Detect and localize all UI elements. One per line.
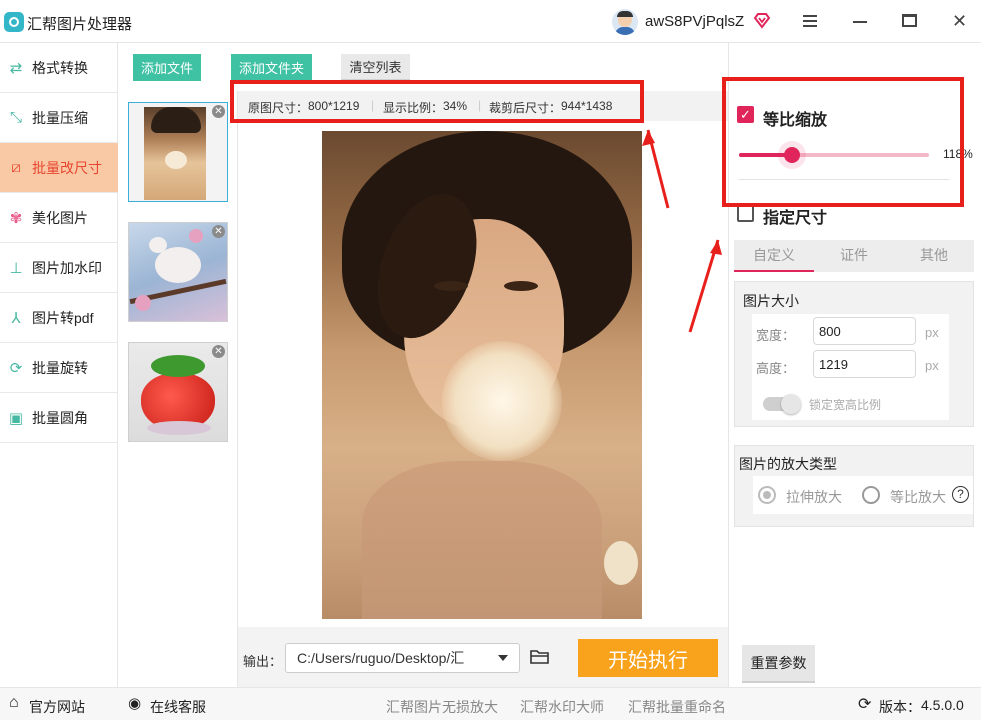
help-icon[interactable]: ?	[952, 486, 969, 503]
preview-image	[322, 131, 642, 619]
remove-icon[interactable]: ✕	[212, 105, 225, 118]
vip-icon[interactable]	[753, 11, 771, 29]
home-icon[interactable]: ⌂	[9, 694, 19, 712]
tab-id-photo[interactable]: 证件	[814, 240, 894, 272]
product-link-3[interactable]: 汇帮批量重命名	[628, 697, 726, 717]
sidebar-item-rotate[interactable]: ⟳ 批量旋转	[0, 343, 118, 393]
app-title: 汇帮图片处理器	[27, 16, 133, 33]
image-size-title: 图片大小	[743, 293, 799, 309]
width-input[interactable]: 800	[813, 317, 916, 345]
format-convert-icon: ⇄	[9, 59, 23, 77]
enlarge-type-group: 图片的放大类型 拉伸放大 等比放大 ?	[734, 445, 974, 527]
sidebar-item-label: 批量压缩	[32, 109, 88, 126]
compress-icon: ⤡	[9, 109, 22, 126]
watermark-icon: ⊥	[9, 259, 23, 277]
width-value: 800	[819, 323, 841, 339]
support-icon[interactable]: ◉	[128, 694, 141, 712]
thumbnail-strawberry[interactable]: ✕	[128, 342, 228, 442]
remove-icon[interactable]: ✕	[212, 225, 225, 238]
sidebar-item-watermark[interactable]: ⊥ 图片加水印	[0, 243, 118, 293]
dropdown-arrow-icon	[498, 655, 508, 661]
sidebar-item-pdf[interactable]: ⅄ 图片转pdf	[0, 293, 118, 343]
tab-custom[interactable]: 自定义	[734, 240, 814, 272]
avatar[interactable]	[612, 9, 638, 35]
product-link-1[interactable]: 汇帮图片无损放大	[386, 697, 498, 717]
proportional-enlarge-radio[interactable]	[862, 486, 880, 504]
highlight-box-proportional	[722, 77, 964, 207]
pdf-icon: ⅄	[11, 309, 21, 327]
height-value: 1219	[819, 356, 848, 372]
size-tabs: 自定义 证件 其他	[734, 240, 974, 272]
sidebar-item-beautify[interactable]: ✾ 美化图片	[0, 193, 118, 243]
height-unit: px	[925, 358, 939, 373]
highlight-box-info	[230, 80, 644, 123]
sidebar-item-label: 美化图片	[32, 209, 88, 226]
image-size-group: 图片大小 宽度： 800 px 高度： 1219 px 锁定宽高比例	[734, 281, 974, 427]
version-label: 版本：	[879, 699, 921, 715]
resize-icon: ⧄	[11, 159, 21, 176]
sidebar-item-format[interactable]: ⇄ 格式转换	[0, 43, 118, 93]
sidebar-item-label: 批量改尺寸	[32, 159, 102, 176]
username[interactable]: awS8PVjPqlsZ	[645, 13, 744, 30]
width-unit: px	[925, 325, 939, 340]
sidebar-item-label: 图片转pdf	[32, 309, 94, 326]
output-label: 输出：	[243, 654, 283, 669]
thumbnail-portrait[interactable]: ✕	[128, 102, 228, 202]
height-input[interactable]: 1219	[813, 350, 916, 378]
tab-other[interactable]: 其他	[894, 240, 974, 272]
stretch-radio[interactable]	[758, 486, 776, 504]
website-link[interactable]: 官方网站	[29, 697, 85, 717]
height-label: 高度：	[756, 361, 796, 376]
output-path-select[interactable]: C:/Users/ruguo/Desktop/汇	[285, 643, 520, 673]
sidebar-item-round-corner[interactable]: ▣ 批量圆角	[0, 393, 118, 443]
refresh-icon[interactable]: ⟳	[858, 694, 871, 714]
menu-icon[interactable]	[803, 15, 817, 27]
specified-size-checkbox[interactable]	[737, 205, 754, 222]
close-icon[interactable]: ✕	[952, 11, 967, 31]
sidebar-item-label: 图片加水印	[32, 259, 102, 276]
status-bar: ⌂ 官方网站 ◉ 在线客服 汇帮图片无损放大 汇帮水印大师 汇帮批量重命名 ⟳ …	[0, 687, 981, 720]
product-link-2[interactable]: 汇帮水印大师	[520, 697, 604, 717]
sidebar-item-label: 批量圆角	[32, 409, 88, 426]
thumbnail-bird[interactable]: ✕	[128, 222, 228, 322]
rotate-icon: ⟳	[9, 359, 23, 377]
tab-label: 其他	[920, 247, 948, 263]
lock-ratio-toggle[interactable]	[763, 394, 801, 414]
remove-icon[interactable]: ✕	[212, 345, 225, 358]
maximize-icon[interactable]	[902, 14, 917, 27]
sidebar-item-compress[interactable]: ⤡ 批量压缩	[0, 93, 118, 143]
proportional-enlarge-label: 等比放大	[890, 489, 946, 505]
sidebar: ⇄ 格式转换 ⤡ 批量压缩 ⧄ 批量改尺寸 ✾ 美化图片 ⊥ 图片加水印 ⅄ 图…	[0, 43, 118, 687]
sidebar-item-resize[interactable]: ⧄ 批量改尺寸	[0, 143, 118, 193]
add-file-button[interactable]: 添加文件	[133, 54, 201, 81]
support-link[interactable]: 在线客服	[150, 697, 206, 717]
version-value: 4.5.0.0	[921, 697, 964, 713]
width-label: 宽度：	[756, 328, 796, 343]
specified-size-label: 指定尺寸	[763, 210, 828, 227]
title-bar: 汇帮图片处理器 awS8PVjPqlsZ ✕	[0, 0, 981, 43]
start-button[interactable]: 开始执行	[578, 639, 718, 677]
output-path-value: C:/Users/ruguo/Desktop/汇	[297, 650, 465, 666]
thumbnail-list: ✕ ✕ ✕	[118, 91, 238, 687]
minimize-icon[interactable]	[853, 21, 867, 23]
round-corner-icon: ▣	[8, 409, 24, 427]
add-folder-button[interactable]: 添加文件夹	[231, 54, 312, 81]
tab-label: 自定义	[753, 247, 795, 263]
folder-icon[interactable]	[530, 649, 550, 665]
reset-button[interactable]: 重置参数	[742, 645, 815, 683]
enlarge-type-title: 图片的放大类型	[739, 456, 837, 472]
app-logo-icon	[4, 12, 24, 32]
beautify-icon: ✾	[9, 209, 23, 227]
output-bar: 输出： C:/Users/ruguo/Desktop/汇 开始执行	[238, 627, 728, 687]
stretch-label: 拉伸放大	[786, 489, 842, 505]
tab-label: 证件	[840, 247, 868, 263]
clear-list-button[interactable]: 清空列表	[341, 54, 410, 81]
sidebar-item-label: 格式转换	[32, 59, 88, 76]
lock-ratio-label: 锁定宽高比例	[809, 398, 882, 412]
sidebar-item-label: 批量旋转	[32, 359, 88, 376]
